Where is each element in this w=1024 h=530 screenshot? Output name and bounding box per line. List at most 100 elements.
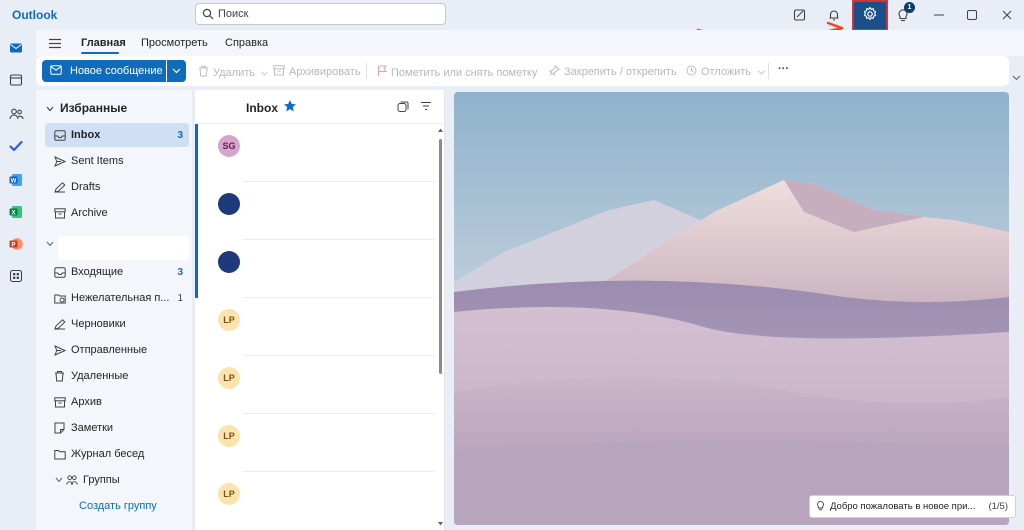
chevron-down-icon xyxy=(46,101,54,115)
message-row[interactable] xyxy=(195,240,435,298)
archive-icon xyxy=(273,65,285,79)
message-row[interactable]: LP xyxy=(195,356,435,414)
new-message-dropdown[interactable] xyxy=(167,60,186,82)
close-icon[interactable] xyxy=(998,6,1016,24)
mail-icon[interactable] xyxy=(6,38,26,58)
apps-icon[interactable] xyxy=(6,266,26,286)
more-actions-button[interactable]: ··· xyxy=(778,63,789,75)
folder-groups[interactable]: Группы xyxy=(46,468,190,492)
account-name[interactable] xyxy=(58,236,189,260)
clock-icon xyxy=(686,65,697,79)
folder-fav-archive[interactable]: Archive xyxy=(45,201,189,225)
favorites-label: Избранные xyxy=(60,101,128,115)
folder-junk[interactable]: Нежелательная п... 1 xyxy=(45,286,189,310)
item-count: 1 xyxy=(177,292,183,304)
folder-fav-drafts[interactable]: Drafts xyxy=(45,175,189,199)
drafts-icon xyxy=(54,181,66,193)
message-row[interactable]: LP xyxy=(195,298,435,356)
people-icon[interactable] xyxy=(6,104,26,124)
folder-label: Archive xyxy=(71,207,108,219)
account-expander[interactable] xyxy=(46,238,54,250)
tab-help[interactable]: Справка xyxy=(225,37,268,49)
flag-label: Пометить или снять пометку xyxy=(391,66,538,79)
avatar xyxy=(218,193,240,215)
avatar: LP xyxy=(218,425,240,447)
search-box[interactable] xyxy=(195,3,446,25)
avatar: LP xyxy=(218,309,240,331)
create-group-link[interactable]: Создать группу xyxy=(79,500,157,512)
message-list: Inbox SG LP LP LP LP xyxy=(195,90,445,530)
unread-indicator xyxy=(195,124,198,182)
inbox-icon xyxy=(54,266,66,278)
unread-indicator xyxy=(195,182,198,240)
todo-icon[interactable] xyxy=(6,136,26,156)
snooze-button[interactable]: Отложить xyxy=(686,65,766,79)
folder-drafts[interactable]: Черновики xyxy=(45,312,189,336)
app-title: Outlook xyxy=(12,8,58,22)
folder-label: Sent Items xyxy=(71,155,124,167)
archive-button[interactable]: Архивировать xyxy=(273,65,361,79)
svg-text:X: X xyxy=(11,210,15,216)
search-input[interactable] xyxy=(218,6,438,22)
reading-pane-background xyxy=(454,92,1009,525)
delete-label: Удалить xyxy=(213,66,255,79)
message-row[interactable]: SG xyxy=(195,124,435,182)
calendar-icon[interactable] xyxy=(6,70,26,90)
folder-label: Удаленные xyxy=(71,370,129,382)
unread-count: 3 xyxy=(177,129,183,141)
folder-conversation-history[interactable]: Журнал бесед xyxy=(45,442,189,466)
scroll-thumb[interactable] xyxy=(439,139,442,374)
word-icon[interactable]: W xyxy=(6,170,26,190)
pin-label: Закрепить / открепить xyxy=(564,66,677,78)
excel-icon[interactable]: X xyxy=(6,202,26,222)
tip-text: Добро пожаловать в новое при... xyxy=(830,501,976,512)
active-tab-indicator xyxy=(81,52,119,54)
scroll-down-icon[interactable] xyxy=(436,520,445,528)
select-messages-icon[interactable] xyxy=(397,101,409,116)
filter-icon[interactable] xyxy=(420,101,432,114)
powerpoint-icon[interactable]: P xyxy=(6,234,26,254)
folder-notes[interactable]: Заметки xyxy=(45,416,189,440)
mail-icon xyxy=(50,64,62,78)
folder-pane: Избранные Inbox 3 Sent Items Drafts Arch… xyxy=(36,90,192,530)
folder-fav-sent[interactable]: Sent Items xyxy=(45,149,189,173)
folder-inbox[interactable]: Входящие 3 xyxy=(45,260,189,284)
chevron-down-icon xyxy=(261,67,268,79)
folder-label: Входящие xyxy=(71,266,124,278)
folder-archive[interactable]: Архив xyxy=(45,390,189,414)
avatar: LP xyxy=(218,483,240,505)
folder-label: Черновики xyxy=(71,318,126,330)
delete-button[interactable]: Удалить xyxy=(198,65,268,80)
favorites-header[interactable]: Избранные xyxy=(46,101,127,115)
ribbon-expand-icon[interactable] xyxy=(1012,72,1021,84)
hamburger-menu-icon[interactable] xyxy=(48,38,62,52)
send-icon xyxy=(54,155,66,167)
folder-deleted[interactable]: Удаленные xyxy=(45,364,189,388)
ribbon-tabs: Главная Просмотреть Справка xyxy=(36,30,1024,56)
message-row[interactable]: LP xyxy=(195,472,435,530)
flag-button[interactable]: Пометить или снять пометку xyxy=(377,65,537,80)
archive-icon xyxy=(54,396,66,408)
folder-label: Отправленные xyxy=(71,344,148,356)
app-rail: W X P xyxy=(0,30,33,530)
settings-button[interactable] xyxy=(852,0,888,31)
welcome-tip[interactable]: Добро пожаловать в новое при... (1/5) xyxy=(809,495,1016,518)
minimize-icon[interactable] xyxy=(930,6,948,24)
new-message-button[interactable]: Новое сообщение xyxy=(42,60,166,82)
toolbar-separator xyxy=(366,63,367,79)
folder-fav-inbox[interactable]: Inbox 3 xyxy=(45,123,189,147)
tab-view[interactable]: Просмотреть xyxy=(141,37,208,49)
folder-sent[interactable]: Отправленные xyxy=(45,338,189,362)
tab-home[interactable]: Главная xyxy=(81,37,126,49)
maximize-icon[interactable] xyxy=(963,6,981,24)
message-row[interactable]: LP xyxy=(195,414,435,472)
star-icon[interactable] xyxy=(283,99,297,116)
drafts-icon xyxy=(54,318,66,330)
folder-label: Inbox xyxy=(71,129,101,141)
chevron-down-icon xyxy=(46,238,54,250)
message-list-scrollbar[interactable] xyxy=(436,124,445,530)
scroll-up-icon[interactable] xyxy=(436,126,445,134)
inbox-icon xyxy=(54,129,66,141)
pin-button[interactable]: Закрепить / открепить xyxy=(549,65,677,79)
message-row[interactable] xyxy=(195,182,435,240)
